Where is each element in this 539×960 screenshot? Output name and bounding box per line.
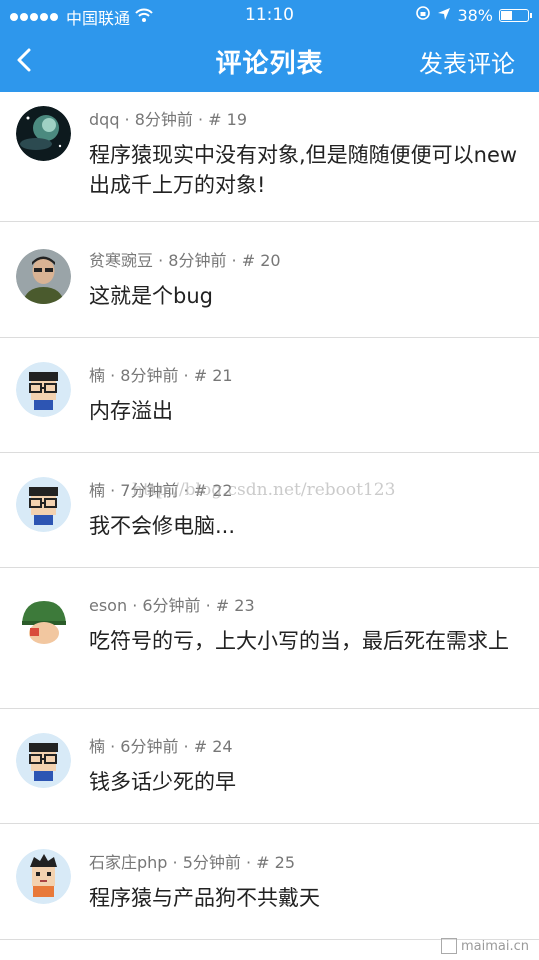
avatar[interactable]	[16, 595, 71, 650]
battery-percent: 38%	[457, 5, 493, 25]
comment-meta: 贫寒豌豆 · 8分钟前 · # 20	[89, 251, 281, 270]
comment-item[interactable]: 石家庄php · 5分钟前 · # 25 程序猿与产品狗不共戴天	[0, 824, 539, 940]
comment-item[interactable]: dqq · 8分钟前 · # 19 程序猿现实中没有对象,但是随随便便可以new…	[0, 92, 539, 222]
comment-text: 吃符号的亏，上大小写的当，最后死在需求上	[89, 629, 509, 653]
comment-meta: eson · 6分钟前 · # 23	[89, 596, 255, 615]
comment-meta: dqq · 8分钟前 · # 19	[89, 110, 248, 129]
corner-logo: maimai.cn	[440, 938, 529, 954]
rotation-lock-icon	[415, 5, 431, 25]
watermark-text: http://blog.csdn.net/reboot123	[132, 480, 396, 500]
comment-text: 钱多话少死的早	[89, 770, 236, 794]
logo-icon	[440, 938, 457, 954]
comment-meta: 石家庄php · 5分钟前 · # 25	[89, 853, 296, 872]
avatar[interactable]	[16, 477, 71, 532]
comment-item[interactable]: 楠 · 6分钟前 · # 24 钱多话少死的早	[0, 709, 539, 824]
comment-meta: 楠 · 8分钟前 · # 21	[89, 366, 233, 385]
comment-text: 我不会修电脑...	[89, 514, 236, 538]
corner-logo-text: maimai.cn	[460, 938, 529, 954]
avatar[interactable]	[16, 362, 71, 417]
avatar[interactable]	[16, 733, 71, 788]
avatar[interactable]	[16, 849, 71, 904]
comment-item[interactable]: 楠 · 8分钟前 · # 21 内存溢出	[0, 338, 539, 453]
comment-item[interactable]: 贫寒豌豆 · 8分钟前 · # 20 这就是个bug	[0, 222, 539, 338]
comment-text: 这就是个bug	[89, 284, 213, 308]
comment-text: 程序猿与产品狗不共戴天	[89, 886, 320, 910]
comment-item[interactable]: eson · 6分钟前 · # 23 吃符号的亏，上大小写的当，最后死在需求上	[0, 568, 539, 709]
comment-meta: 楠 · 6分钟前 · # 24	[89, 737, 233, 756]
post-comment-button[interactable]: 发表评论	[419, 44, 515, 79]
navigation-bar: 评论列表 发表评论	[0, 30, 539, 92]
battery-icon	[499, 8, 532, 22]
comment-text: 内存溢出	[89, 399, 173, 423]
status-bar: 中国联通 11:10 38%	[0, 0, 539, 30]
comment-text: 程序猿现实中没有对象,但是随随便便可以new出成千上万的对象!	[89, 143, 518, 197]
location-arrow-icon	[437, 6, 451, 25]
avatar[interactable]	[16, 106, 71, 161]
comment-item[interactable]: 楠 · 7分钟前 · # 22 我不会修电脑...	[0, 453, 539, 568]
avatar[interactable]	[16, 249, 71, 304]
top-bar: 中国联通 11:10 38% 评论列表 发表评论	[0, 0, 539, 92]
